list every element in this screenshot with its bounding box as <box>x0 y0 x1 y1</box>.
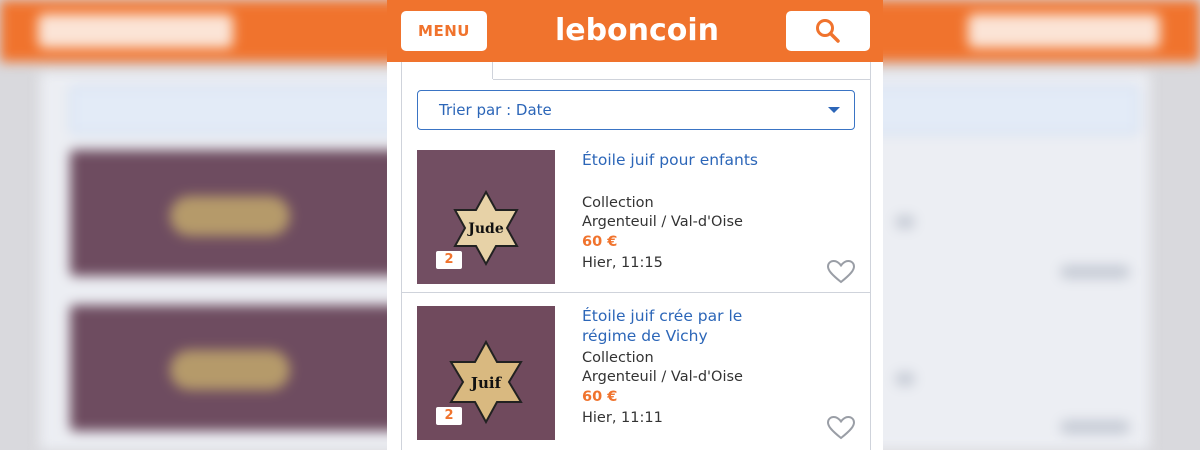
leboncoin-logo[interactable]: leboncoin <box>537 10 737 52</box>
svg-text:Juif: Juif <box>469 374 503 392</box>
listing-title[interactable]: Étoile juif pour enfants <box>582 150 792 170</box>
app-header: MENU leboncoin <box>387 0 883 62</box>
search-icon <box>816 19 840 43</box>
favorite-button[interactable] <box>826 415 856 441</box>
sort-select[interactable]: Trier par : Date <box>417 90 855 130</box>
tab-divider <box>493 79 870 80</box>
listing-price: 60 € <box>582 389 618 405</box>
photo-count-badge: 2 <box>436 407 462 425</box>
favorite-button[interactable] <box>826 259 856 285</box>
sort-label: Trier par : Date <box>439 101 552 119</box>
chevron-down-icon <box>828 107 840 113</box>
search-button[interactable] <box>786 11 870 51</box>
heart-icon <box>826 259 856 284</box>
listing-date: Hier, 11:11 <box>582 410 663 426</box>
active-tab[interactable] <box>402 62 493 79</box>
heart-icon <box>826 415 856 440</box>
menu-button[interactable]: MENU <box>401 11 487 51</box>
mobile-screen: MENU leboncoin Trier par : Date Jude 2 É… <box>387 0 883 450</box>
listing-panel: Trier par : Date Jude 2 Étoile juif pour… <box>401 62 871 450</box>
listing-price: 60 € <box>582 234 618 250</box>
listing-category: Collection <box>582 350 654 366</box>
listing-location: Argenteuil / Val-d'Oise <box>582 369 743 385</box>
list-item[interactable]: Jude 2 Étoile juif pour enfants Collecti… <box>402 137 870 291</box>
listing-category: Collection <box>582 195 654 211</box>
listing-date: Hier, 11:15 <box>582 255 663 271</box>
svg-text:Jude: Jude <box>466 221 504 237</box>
photo-count-badge: 2 <box>436 251 462 269</box>
listing-location: Argenteuil / Val-d'Oise <box>582 214 743 230</box>
listing-photo[interactable]: Jude 2 <box>417 150 555 284</box>
list-item[interactable]: Juif 2 Étoile juif crée par le régime de… <box>402 292 870 447</box>
listing-photo[interactable]: Juif 2 <box>417 306 555 440</box>
listing-title[interactable]: Étoile juif crée par le régime de Vichy <box>582 306 792 346</box>
